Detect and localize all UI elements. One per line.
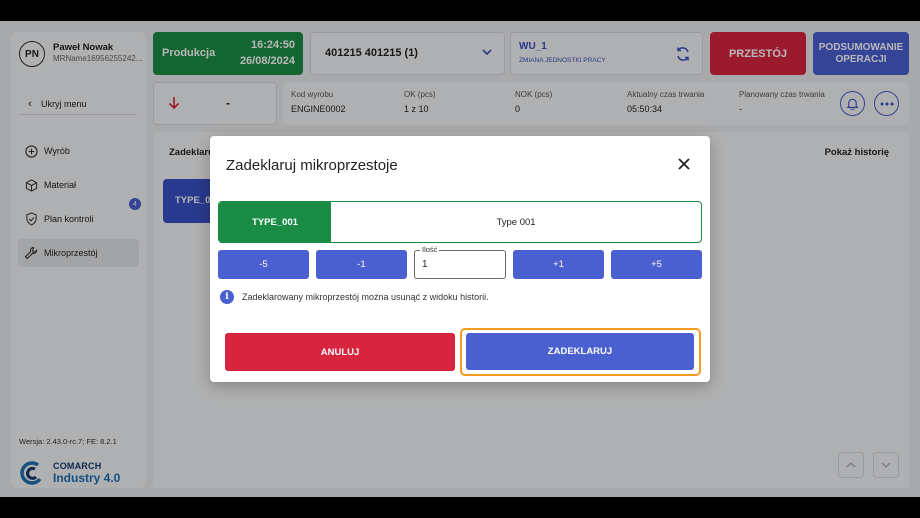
quantity-value: 1 [422, 259, 428, 270]
confirm-button-highlight: ZADEKLARUJ [460, 328, 701, 376]
type-code: TYPE_001 [219, 202, 331, 242]
type-name: Type 001 [496, 216, 536, 228]
dialog-title: Zadeklaruj mikroprzestoje [226, 157, 398, 174]
quantity-input[interactable]: Ilość 1 [414, 245, 506, 279]
decrease-5-button[interactable]: -5 [218, 250, 309, 279]
declare-button[interactable]: ZADEKLARUJ [466, 333, 694, 370]
declare-microdowntime-dialog: Zadeklaruj mikroprzestoje TYPE_001 Type … [210, 136, 710, 382]
info-icon: i [220, 290, 234, 304]
info-note: i Zadeklarowany mikroprzestój można usun… [220, 290, 489, 304]
info-note-text: Zadeklarowany mikroprzestój można usunąć… [242, 292, 489, 302]
selected-type[interactable]: TYPE_001 Type 001 [218, 201, 702, 243]
cancel-button[interactable]: ANULUJ [225, 333, 455, 371]
decrease-1-button[interactable]: -1 [316, 250, 407, 279]
quantity-label: Ilość [420, 245, 440, 254]
increase-1-button[interactable]: +1 [513, 250, 604, 279]
increase-5-button[interactable]: +5 [611, 250, 702, 279]
app-screen: PN Paweł Nowak MRName16956255242... ‹ Uk… [0, 21, 920, 497]
close-icon[interactable] [677, 157, 691, 176]
